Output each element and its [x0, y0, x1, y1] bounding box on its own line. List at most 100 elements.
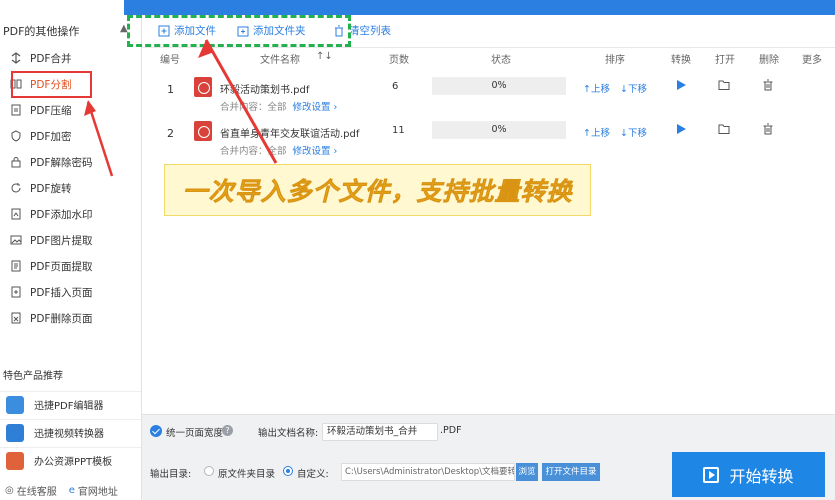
sidebar-footer: ◎ 在线客服 e 官网地址	[0, 481, 141, 500]
custom-folder-label: 自定义:	[297, 469, 329, 480]
merge-content-label: 合并内容：全部	[220, 146, 287, 157]
file-name: 环毅活动策划书.pdf	[220, 85, 310, 96]
custom-folder-radio[interactable]	[283, 466, 293, 476]
featured-item-ppt-template[interactable]: 办公资源PPT模板	[0, 447, 141, 473]
sidebar-item-unlock[interactable]: PDF解除密码	[0, 149, 141, 175]
table-row: 2 省直单身青年交友联谊活动.pdf 合并内容：全部 修改设置 › 11 0% ↑…	[142, 117, 835, 162]
shield-icon	[8, 128, 24, 144]
header-pages: 页数	[389, 55, 409, 66]
header-more: 更多	[802, 55, 822, 66]
delete-page-icon	[8, 310, 24, 326]
modify-settings-link[interactable]: 修改设置 ›	[293, 146, 338, 157]
folder-open-icon[interactable]	[718, 123, 731, 138]
sidebar-item-label: PDF合并	[30, 52, 72, 65]
move-up-label: 上移	[590, 84, 610, 95]
online-service-label: 在线客服	[16, 487, 57, 498]
row-number: 2	[167, 127, 174, 140]
open-folder-button[interactable]: 打开文件目录	[542, 463, 600, 481]
row-number: 1	[167, 83, 174, 96]
sidebar-item-label: PDF解除密码	[30, 156, 93, 169]
source-folder-label: 原文件夹目录	[218, 469, 276, 480]
table-header: 编号 文件名称 ↑↓ 页数 状态 排序 转换 打开 删除 更多	[142, 48, 835, 66]
page-count: 6	[392, 81, 399, 92]
sidebar-item-rotate[interactable]: PDF旋转	[0, 175, 141, 201]
rotate-icon	[8, 180, 24, 196]
sidebar-item-page-extract[interactable]: PDF页面提取	[0, 253, 141, 279]
header-filename: 文件名称	[260, 55, 300, 66]
split-highlight	[11, 71, 92, 98]
browse-button[interactable]: 浏览	[516, 463, 538, 481]
compress-icon	[8, 102, 24, 118]
headset-icon: ◎	[5, 485, 14, 496]
sidebar-item-delete-page[interactable]: PDF删除页面	[0, 305, 141, 331]
modify-settings-link[interactable]: 修改设置 ›	[293, 102, 338, 113]
start-convert-button[interactable]: 开始转换	[672, 452, 825, 497]
header-num: 编号	[160, 55, 180, 66]
image-icon	[8, 232, 24, 248]
output-path-input[interactable]: C:\Users\Administrator\Desktop\文档要转	[341, 463, 515, 481]
sidebar-item-label: PDF图片提取	[30, 234, 93, 247]
modify-settings-label: 修改设置	[292, 102, 331, 113]
folder-open-icon[interactable]	[718, 79, 731, 94]
insert-page-icon	[8, 284, 24, 300]
progress-bar: 0%	[432, 77, 566, 95]
featured-item-pdf-editor[interactable]: 迅捷PDF编辑器	[0, 391, 141, 417]
output-extension: .PDF	[440, 425, 462, 436]
sidebar-item-image-extract[interactable]: PDF图片提取	[0, 227, 141, 253]
play-icon	[703, 466, 720, 483]
sidebar-item-label: PDF插入页面	[30, 286, 93, 299]
featured-item-video-converter[interactable]: 迅捷视频转换器	[0, 419, 141, 445]
move-up-button[interactable]: ↑上移	[583, 125, 610, 139]
featured-item-label: 办公资源PPT模板	[34, 457, 113, 468]
file-name: 省直单身青年交友联谊活动.pdf	[220, 129, 360, 140]
sidebar-item-insert-page[interactable]: PDF插入页面	[0, 279, 141, 305]
sidebar-item-label: PDF删除页面	[30, 312, 93, 325]
sidebar-item-compress[interactable]: PDF压缩	[0, 97, 141, 123]
output-name-input[interactable]: 环毅活动策划书_合并	[322, 423, 438, 441]
page-icon	[8, 258, 24, 274]
featured-item-label: 迅捷视频转换器	[34, 429, 104, 440]
sidebar-item-label: PDF页面提取	[30, 260, 93, 273]
move-up-button[interactable]: ↑上移	[583, 81, 610, 95]
promo-banner: 一次导入多个文件，支持批量转换	[164, 164, 591, 216]
move-down-button[interactable]: ↓下移	[620, 81, 647, 95]
start-convert-label: 开始转换	[729, 466, 794, 486]
video-converter-icon	[6, 423, 24, 442]
output-settings-panel: 统一页面宽度 ? 输出文档名称: 环毅活动策划书_合并 .PDF 输出目录: 原…	[142, 414, 835, 500]
play-icon[interactable]	[675, 79, 687, 94]
banner-text: 一次导入多个文件，支持批量转换	[182, 177, 573, 207]
sidebar-item-label: PDF加密	[30, 130, 72, 143]
sidebar-item-merge[interactable]: PDF合并	[0, 45, 141, 71]
source-folder-radio[interactable]	[204, 466, 214, 476]
online-service-link[interactable]: ◎ 在线客服	[5, 483, 57, 498]
featured-item-label: 迅捷PDF编辑器	[34, 401, 104, 412]
page-count: 11	[392, 125, 405, 136]
ppt-template-icon	[6, 451, 24, 470]
pdf-editor-icon	[6, 395, 24, 414]
uniform-width-checkbox[interactable]	[150, 425, 162, 437]
play-icon[interactable]	[675, 123, 687, 138]
merge-icon	[8, 50, 24, 66]
sort-icon[interactable]: ↑↓	[316, 51, 333, 62]
sidebar-item-watermark[interactable]: PDF添加水印	[0, 201, 141, 227]
pdf-file-icon	[194, 121, 212, 141]
merge-content: 合并内容：全部 修改设置 ›	[220, 143, 337, 157]
ie-icon: e	[68, 485, 75, 496]
delete-icon[interactable]	[762, 79, 774, 94]
header-convert: 转换	[671, 55, 691, 66]
pdf-file-icon	[194, 77, 212, 97]
clear-list-label: 清空列表	[349, 25, 391, 37]
official-site-link[interactable]: e 官网地址	[69, 483, 118, 498]
sidebar-item-encrypt[interactable]: PDF加密	[0, 123, 141, 149]
sidebar-item-label: PDF添加水印	[30, 208, 93, 221]
sidebar-item-label: PDF旋转	[30, 182, 72, 195]
help-icon[interactable]: ?	[222, 425, 233, 436]
output-name-row: 统一页面宽度 ? 输出文档名称: 环毅活动策划书_合并 .PDF	[142, 423, 835, 443]
move-down-button[interactable]: ↓下移	[620, 125, 647, 139]
sidebar-item-label: PDF压缩	[30, 104, 72, 117]
progress-bar: 0%	[432, 121, 566, 139]
header-open: 打开	[715, 55, 735, 66]
official-site-label: 官网地址	[77, 487, 118, 498]
delete-icon[interactable]	[762, 123, 774, 138]
lock-icon	[8, 154, 24, 170]
